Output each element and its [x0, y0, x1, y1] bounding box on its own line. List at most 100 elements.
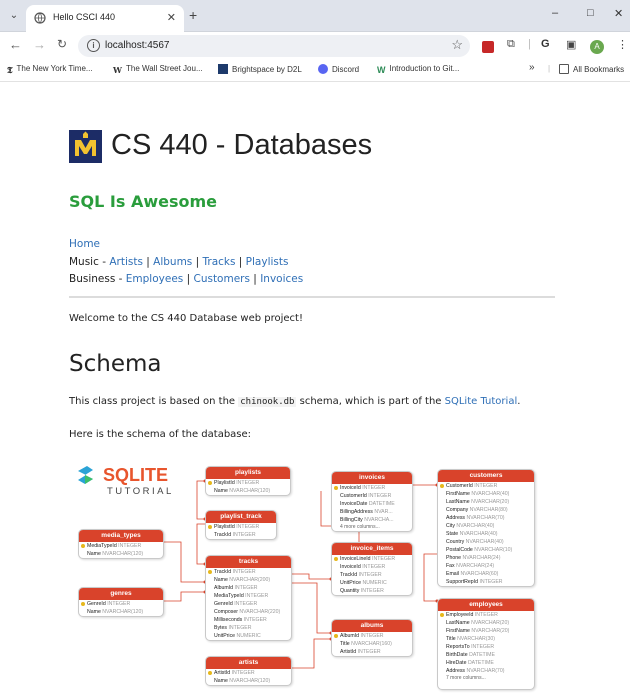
primary-key-column: ArtistId INTEGER: [206, 669, 291, 677]
table-column: ArtistId INTEGER: [332, 648, 412, 656]
close-tab-icon[interactable]: ✕: [167, 11, 176, 24]
url-text[interactable]: localhost:4567: [105, 40, 170, 51]
column-type: INTEGER: [372, 556, 396, 562]
column-type: INTEGER: [231, 670, 255, 676]
forward-arrow-icon[interactable]: →: [33, 37, 46, 52]
column-name: Bytes: [214, 625, 227, 631]
close-window-icon[interactable]: ✕: [614, 7, 623, 20]
column-type: NVARCHAR(24): [456, 563, 495, 569]
new-tab-plus-icon[interactable]: +: [189, 7, 197, 23]
table-header: invoice_items: [332, 543, 412, 555]
bookmark-nyt[interactable]: 𝕿 The New York Time...: [7, 64, 93, 76]
table-column: BillingAddress NVAR...: [332, 508, 412, 516]
column-name: PostalCode: [446, 547, 473, 553]
maximize-icon[interactable]: □: [587, 7, 594, 19]
more-columns-note: 4 more columns...: [340, 524, 380, 530]
table-playlists: playlists PlaylistId INTEGER Name NVARCHAR…: [205, 466, 291, 496]
column-name: FirstName: [446, 628, 470, 634]
column-name: ArtistId: [340, 649, 357, 655]
column-type: NVARCHAR(120): [229, 678, 271, 684]
column-type: INTEGER: [245, 593, 269, 599]
table-column: GenreId INTEGER: [206, 600, 291, 608]
wsj-icon: W: [113, 65, 122, 75]
column-name: Country: [446, 539, 465, 545]
menu-kebab-icon[interactable]: ⋮: [617, 38, 628, 51]
column-name: InvoiceId: [340, 564, 361, 570]
column-name: UnitPrice: [340, 580, 362, 586]
nav-invoices-link[interactable]: Invoices: [260, 273, 303, 285]
column-name: PlaylistId: [214, 524, 235, 530]
column-type: INTEGER: [243, 617, 267, 623]
column-name: Title: [446, 636, 456, 642]
bookmark-discord[interactable]: Discord: [318, 64, 359, 74]
column-name: LastName: [446, 620, 470, 626]
bookmark-star-icon[interactable]: ☆: [451, 37, 463, 53]
sqlite-tutorial-link[interactable]: SQLite Tutorial: [445, 396, 518, 407]
table-header: artists: [206, 657, 291, 669]
nav-tracks-link[interactable]: Tracks: [203, 256, 236, 268]
side-panel-icon[interactable]: ▣: [566, 38, 576, 51]
column-name: Name: [214, 577, 228, 583]
table-column: PostalCode NVARCHAR(10): [438, 546, 534, 554]
table-column: LastName NVARCHAR(20): [438, 498, 534, 506]
bookmark-git[interactable]: W Introduction to Git...: [377, 64, 459, 75]
nav-playlists-link[interactable]: Playlists: [246, 256, 289, 268]
primary-key-column: TrackId INTEGER: [206, 568, 291, 576]
nav-artists-link[interactable]: Artists: [109, 256, 143, 268]
table-header: employees: [438, 599, 534, 611]
column-name: BillingCity: [340, 517, 363, 523]
column-name: City: [446, 523, 455, 529]
column-name: BirthDate: [446, 652, 468, 658]
table-column: FirstName NVARCHAR(40): [438, 490, 534, 498]
table-column: InvoiceDate DATETIME: [332, 500, 412, 508]
back-arrow-icon[interactable]: ←: [9, 37, 22, 52]
column-name: Name: [87, 551, 101, 557]
all-bookmarks-button[interactable]: All Bookmarks: [559, 64, 624, 74]
table-column: CustomerId INTEGER: [332, 492, 412, 500]
column-type: NUMERIC: [362, 580, 387, 586]
table-column: LastName NVARCHAR(20): [438, 619, 534, 627]
tab-search-chevron-icon[interactable]: ⌄: [6, 8, 22, 24]
extensions-puzzle-icon[interactable]: ⧉: [507, 38, 515, 51]
primary-key-column: PlaylistId INTEGER: [206, 523, 276, 531]
nav-customers-link[interactable]: Customers: [193, 273, 249, 285]
bookmarks-overflow-button[interactable]: »: [529, 62, 535, 73]
nav-employees-link[interactable]: Employees: [126, 273, 183, 285]
grammarly-g-icon[interactable]: G: [541, 38, 550, 50]
column-type: INTEGER: [232, 569, 256, 575]
column-name: UnitPrice: [214, 633, 236, 639]
minimize-icon[interactable]: –: [552, 7, 558, 19]
active-tab[interactable]: Hello CSCI 440 ✕: [26, 5, 184, 32]
primary-key-column: InvoiceLineId INTEGER: [332, 555, 412, 563]
address-bar[interactable]: i localhost:4567 ☆: [78, 35, 470, 57]
table-column: Bytes INTEGER: [206, 624, 291, 632]
business-nav-row: Business - Employees | Customers | Invoi…: [69, 273, 304, 285]
extension-red-icon[interactable]: [482, 41, 494, 53]
welcome-text: Welcome to the CS 440 Database web proje…: [69, 313, 303, 324]
site-info-icon[interactable]: i: [87, 39, 100, 52]
table-column: TrackId INTEGER: [206, 531, 276, 539]
primary-key-column: GenreId INTEGER: [79, 600, 163, 608]
column-name: Name: [87, 609, 101, 615]
column-type: DATETIME: [469, 652, 495, 658]
reload-icon[interactable]: ↻: [57, 37, 67, 51]
nav-albums-link[interactable]: Albums: [153, 256, 192, 268]
bookmark-wsj[interactable]: W The Wall Street Jou...: [113, 64, 203, 75]
column-type: NVARCHAR(30): [457, 636, 496, 642]
column-type: INTEGER: [228, 625, 252, 631]
profile-avatar[interactable]: A: [590, 40, 604, 54]
bookmark-brightspace[interactable]: Brightspace by D2L: [218, 64, 302, 74]
primary-key-column: InvoiceId INTEGER: [332, 484, 412, 492]
tagline: SQL Is Awesome: [69, 192, 217, 211]
more-columns-note: 7 more columns...: [446, 675, 486, 681]
primary-key-column: PlaylistId INTEGER: [206, 479, 290, 487]
column-type: INTEGER: [360, 588, 384, 594]
column-type: NVARCHAR(120): [102, 551, 144, 557]
column-type: NVARCHAR(120): [229, 488, 271, 494]
column-name: CustomerId: [340, 493, 367, 499]
column-type: NVARCHAR(10): [474, 547, 513, 553]
table-column: SupportRepId INTEGER: [438, 578, 534, 586]
table-column: FirstName NVARCHAR(20): [438, 627, 534, 635]
nav-home-link[interactable]: Home: [69, 238, 100, 250]
table-column: Fax NVARCHAR(24): [438, 562, 534, 570]
